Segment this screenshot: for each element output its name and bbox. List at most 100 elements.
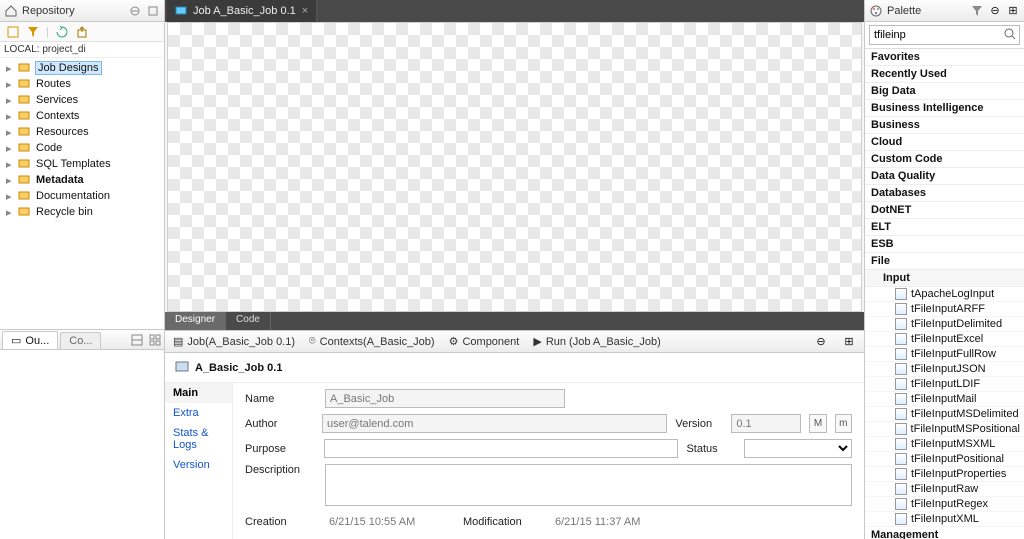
tab-designer[interactable]: Designer bbox=[165, 312, 226, 330]
prop-tab-run[interactable]: ▶Run (Job A_Basic_Job) bbox=[533, 335, 660, 348]
tree-item[interactable]: ▸Job Designs bbox=[0, 60, 164, 76]
palette-subcategory[interactable]: Input bbox=[865, 270, 1024, 287]
palette-component[interactable]: tFileInputLDIF bbox=[865, 377, 1024, 392]
tree-item[interactable]: ▸Resources bbox=[0, 124, 164, 140]
prop-tab-job[interactable]: ▤Job(A_Basic_Job 0.1) bbox=[173, 335, 295, 348]
tree-item-label: Recycle bin bbox=[36, 206, 93, 218]
palette-category[interactable]: Business bbox=[865, 117, 1024, 134]
filter-icon[interactable] bbox=[26, 25, 40, 39]
component-label: tFileInputRegex bbox=[911, 498, 988, 510]
palette-component[interactable]: tFileInputProperties bbox=[865, 467, 1024, 482]
palette-category[interactable]: Favorites bbox=[865, 49, 1024, 66]
tree-item[interactable]: ▸Metadata bbox=[0, 172, 164, 188]
palette-component[interactable]: tFileInputJSON bbox=[865, 362, 1024, 377]
prop-side-item[interactable]: Version bbox=[165, 455, 232, 475]
palette-component[interactable]: tFileInputExcel bbox=[865, 332, 1024, 347]
palette-component[interactable]: tFileInputRaw bbox=[865, 482, 1024, 497]
palette-component[interactable]: tFileInputMSPositional bbox=[865, 422, 1024, 437]
palette-component[interactable]: tFileInputFullRow bbox=[865, 347, 1024, 362]
palette-component[interactable]: tFileInputMSDelimited bbox=[865, 407, 1024, 422]
palette-component[interactable]: tFileInputMSXML bbox=[865, 437, 1024, 452]
palette-category[interactable]: File bbox=[865, 253, 1024, 270]
prop-tab-contexts[interactable]: ⌾Contexts(A_Basic_Job) bbox=[309, 335, 435, 348]
palette-category[interactable]: ESB bbox=[865, 236, 1024, 253]
expand-icon[interactable]: ▸ bbox=[6, 126, 12, 139]
palette-category[interactable]: Databases bbox=[865, 185, 1024, 202]
expand-icon[interactable]: ▸ bbox=[6, 78, 12, 91]
name-field[interactable] bbox=[325, 389, 565, 408]
palette-category[interactable]: DotNET bbox=[865, 202, 1024, 219]
outline-icon: ▭ bbox=[11, 334, 21, 347]
major-button[interactable]: M bbox=[809, 414, 826, 433]
name-label: Name bbox=[245, 393, 317, 405]
minor-button[interactable]: m bbox=[835, 414, 852, 433]
component-label: tFileInputRaw bbox=[911, 483, 978, 495]
palette-component[interactable]: tFileInputDelimited bbox=[865, 317, 1024, 332]
palette-category[interactable]: Custom Code bbox=[865, 151, 1024, 168]
filter-icon[interactable] bbox=[970, 4, 984, 18]
grid-icon[interactable] bbox=[148, 333, 162, 347]
palette-category[interactable]: ELT bbox=[865, 219, 1024, 236]
palette-component[interactable]: tFileInputPositional bbox=[865, 452, 1024, 467]
author-field[interactable] bbox=[322, 414, 667, 433]
tree-item[interactable]: ▸Documentation bbox=[0, 188, 164, 204]
palette-category[interactable]: Recently Used bbox=[865, 66, 1024, 83]
palette-category[interactable]: Cloud bbox=[865, 134, 1024, 151]
palette-category[interactable]: Business Intelligence bbox=[865, 100, 1024, 117]
palette-component[interactable]: tApacheLogInput bbox=[865, 287, 1024, 302]
palette-search-input[interactable] bbox=[869, 25, 1020, 45]
expand-icon[interactable]: ▸ bbox=[6, 206, 12, 219]
palette-category[interactable]: Big Data bbox=[865, 83, 1024, 100]
component-label: tFileInputJSON bbox=[911, 363, 986, 375]
maximize-icon[interactable] bbox=[146, 4, 160, 18]
desc-field[interactable] bbox=[325, 464, 852, 506]
search-icon[interactable] bbox=[1004, 28, 1016, 43]
palette-category[interactable]: Data Quality bbox=[865, 168, 1024, 185]
tree-item[interactable]: ▸Services bbox=[0, 92, 164, 108]
expand-icon[interactable]: ▸ bbox=[6, 158, 12, 171]
prop-tab-contexts-label: Contexts(A_Basic_Job) bbox=[320, 336, 435, 348]
expand-icon[interactable]: ▸ bbox=[6, 142, 12, 155]
palette-component[interactable]: tFileInputARFF bbox=[865, 302, 1024, 317]
tree-item[interactable]: ▸Routes bbox=[0, 76, 164, 92]
tab-codeview[interactable]: Co... bbox=[60, 332, 101, 349]
tree-item[interactable]: ▸ Recycle bin bbox=[0, 204, 164, 220]
tab-code[interactable]: Code bbox=[226, 312, 271, 330]
version-field[interactable] bbox=[731, 414, 801, 433]
prop-side-item[interactable]: Extra bbox=[165, 403, 232, 423]
tree-item[interactable]: ▸Code bbox=[0, 140, 164, 156]
palette-component[interactable]: tFileInputMail bbox=[865, 392, 1024, 407]
refresh-icon[interactable] bbox=[55, 25, 69, 39]
tree-item[interactable]: ▸Contexts bbox=[0, 108, 164, 124]
design-canvas[interactable] bbox=[167, 22, 862, 312]
expand-icon[interactable]: ▸ bbox=[6, 94, 12, 107]
expand-icon[interactable]: ▸ bbox=[6, 174, 12, 187]
prop-tab-component[interactable]: ⚙Component bbox=[449, 335, 520, 348]
palette-component[interactable]: tFileInputRegex bbox=[865, 497, 1024, 512]
palette-component[interactable]: tFileInputXML bbox=[865, 512, 1024, 527]
max-icon[interactable]: ⊞ bbox=[1006, 4, 1020, 18]
close-icon[interactable]: × bbox=[302, 5, 308, 17]
minimize-icon[interactable] bbox=[128, 4, 142, 18]
export-icon[interactable] bbox=[75, 25, 89, 39]
min-icon[interactable]: ⊖ bbox=[814, 335, 828, 349]
layout-icon[interactable] bbox=[130, 333, 144, 347]
component-icon bbox=[895, 333, 907, 345]
editor-tab-label: Job A_Basic_Job 0.1 bbox=[193, 5, 296, 17]
min-icon[interactable]: ⊖ bbox=[988, 4, 1002, 18]
status-select[interactable] bbox=[744, 439, 852, 458]
editor-tab[interactable]: Job A_Basic_Job 0.1 × bbox=[167, 0, 317, 22]
purpose-field[interactable] bbox=[324, 439, 679, 458]
repo-toolbar: | bbox=[0, 22, 164, 42]
prop-side-item[interactable]: Stats & Logs bbox=[165, 423, 232, 455]
tree-item[interactable]: ▸SQL Templates bbox=[0, 156, 164, 172]
repository-tree[interactable]: ▸Job Designs▸Routes▸Services▸Contexts▸Re… bbox=[0, 58, 164, 329]
tab-outline[interactable]: ▭Ou... bbox=[2, 331, 58, 349]
prop-side-item[interactable]: Main bbox=[165, 383, 232, 403]
max-icon[interactable]: ⊞ bbox=[842, 335, 856, 349]
collapse-icon[interactable] bbox=[6, 25, 20, 39]
expand-icon[interactable]: ▸ bbox=[6, 62, 12, 75]
expand-icon[interactable]: ▸ bbox=[6, 190, 12, 203]
expand-icon[interactable]: ▸ bbox=[6, 110, 12, 123]
palette-category[interactable]: Management bbox=[865, 527, 1024, 539]
